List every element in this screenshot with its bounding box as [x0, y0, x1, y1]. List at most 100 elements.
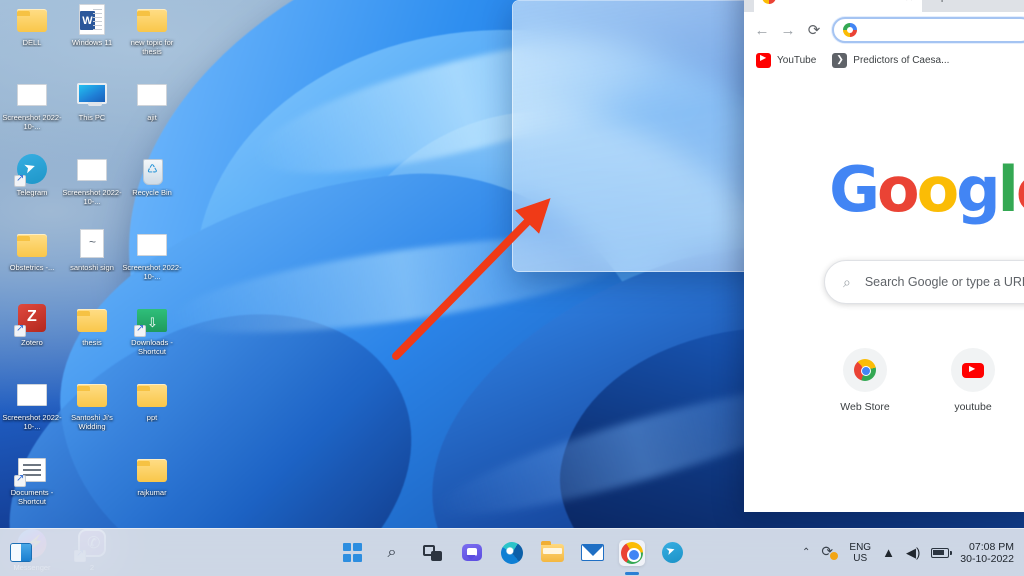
search-icon: ⌕: [387, 543, 397, 561]
desktop-icon[interactable]: Downloads - Shortcut: [122, 304, 182, 379]
desktop-icon-label: Downloads - Shortcut: [131, 338, 173, 356]
bookmark-label: Predictors of Caesa...: [853, 54, 950, 66]
new-tab-page: G o o g l e ⌕ Search Google or type a UR…: [744, 72, 1024, 512]
omnibox-address-bar[interactable]: [832, 17, 1024, 43]
taskbar-item-mail[interactable]: [579, 540, 605, 566]
back-icon[interactable]: ←: [754, 22, 770, 39]
desktop-icon[interactable]: ppt: [122, 379, 182, 454]
word-doc-icon: [76, 4, 108, 36]
desktop-icon[interactable]: Santoshi Ji's Widding: [62, 379, 122, 454]
taskbar-item-chrome[interactable]: [619, 539, 645, 566]
forward-icon[interactable]: →: [780, 22, 796, 39]
screenshot-icon: [16, 379, 48, 411]
desktop-icon-label: Screenshot 2022-10-...: [62, 188, 122, 206]
article-icon: [832, 52, 848, 68]
desktop-icon[interactable]: Windows 11: [62, 4, 122, 79]
taskbar-item-file-explorer[interactable]: [539, 540, 565, 566]
shortcut-overlay-icon: [14, 323, 26, 337]
zotero-icon: [14, 304, 48, 337]
desktop-icon-label: ajit: [147, 113, 157, 122]
shortcut-youtube[interactable]: youtube: [940, 348, 1006, 413]
desktop-icon[interactable]: new topic for thesis: [122, 4, 182, 79]
folder-icon: [136, 4, 168, 36]
clock[interactable]: 07:08 PM 30-10-2022: [960, 541, 1014, 565]
this-pc-icon: [76, 79, 108, 111]
folder-icon: [76, 304, 108, 336]
desktop-icon-label: Telegram: [16, 188, 48, 197]
folder-icon: [16, 229, 48, 261]
desktop-icon-label: Obstetrics -...: [9, 263, 55, 272]
mail-icon: [580, 544, 604, 561]
bookmark-youtube[interactable]: YouTube: [756, 52, 817, 68]
tab-strip[interactable]: New Tab ✕ +: [744, 0, 1024, 12]
desktop-icon[interactable]: Telegram: [2, 154, 62, 229]
taskbar-item-task-view[interactable]: [419, 540, 445, 566]
shortcut-web-store[interactable]: Web Store: [832, 348, 898, 413]
battery-icon[interactable]: [931, 547, 953, 558]
tab-new-tab[interactable]: New Tab ✕: [754, 0, 922, 12]
google-g-icon: [843, 23, 857, 37]
desktop-icon[interactable]: Screenshot 2022-10-...: [122, 229, 182, 304]
desktop-icon-label: rajkumar: [137, 488, 167, 497]
folder-icon: [16, 4, 48, 36]
screenshot-icon: [16, 79, 48, 111]
youtube-icon: [756, 52, 771, 68]
bookmark-predictors[interactable]: Predictors of Caesa...: [832, 52, 950, 68]
shortcut-label: Web Store: [840, 401, 890, 413]
shortcut-label: youtube: [954, 401, 992, 413]
volume-icon[interactable]: ◀): [906, 545, 920, 561]
desktop-icon-label: new topic for thesis: [130, 38, 174, 56]
taskbar-item-telegram[interactable]: [659, 540, 685, 566]
onedrive-sync-icon[interactable]: [821, 543, 839, 560]
reload-icon[interactable]: ⟳: [806, 21, 822, 39]
desktop-icon[interactable]: Screenshot 2022-10-...: [2, 379, 62, 454]
documents-icon: [14, 454, 48, 487]
taskbar-item-start[interactable]: [339, 540, 365, 566]
desktop-icon[interactable]: Screenshot 2022-10-...: [62, 154, 122, 229]
desktop-icon-label: Zotero: [21, 338, 43, 347]
bookmark-label: YouTube: [777, 54, 817, 66]
edge-icon: [501, 541, 523, 564]
show-hidden-icons-icon[interactable]: ⌃: [802, 547, 810, 558]
taskbar-app-buttons: ⌕: [339, 539, 685, 566]
desktop-icon-label: Screenshot 2022-10-...: [122, 263, 182, 281]
desktop-icon-label: Windows 11: [71, 38, 113, 47]
desktop-icon[interactable]: thesis: [62, 304, 122, 379]
desktop-icon[interactable]: Documents - Shortcut: [2, 454, 62, 529]
new-tab-button[interactable]: +: [930, 0, 954, 6]
desktop-icon[interactable]: ajit: [122, 79, 182, 154]
taskbar-widgets-button[interactable]: [10, 543, 32, 562]
desktop-icon[interactable]: Recycle Bin: [122, 154, 182, 229]
close-tab-icon[interactable]: ✕: [905, 0, 914, 4]
desktop-icon[interactable]: Obstetrics -...: [2, 229, 62, 304]
folder-icon: [136, 454, 168, 486]
screenshot-light-icon: [136, 79, 168, 111]
desktop-icon[interactable]: Screenshot 2022-10-...: [2, 79, 62, 154]
system-tray: ⌃ ENG US ▲ ◀) 07:08 PM 30-10-2022: [802, 541, 1014, 565]
widgets-icon: [10, 543, 32, 562]
folder-icon: [76, 379, 108, 411]
desktop-icon-grid: DELL Windows 11 new topic for thesis Screen…: [0, 0, 200, 572]
ntp-search-placeholder: Search Google or type a URL: [864, 275, 1024, 289]
taskbar-item-search[interactable]: ⌕: [379, 540, 405, 566]
chrome-favicon-icon: [762, 0, 776, 4]
desktop-icon[interactable]: This PC: [62, 79, 122, 154]
language-line-2: US: [853, 552, 868, 564]
desktop-icon-empty: [62, 454, 122, 529]
folder-icon: [136, 379, 168, 411]
wifi-icon[interactable]: ▲: [882, 545, 895, 560]
taskbar-item-chat[interactable]: [459, 540, 485, 566]
ntp-search-box[interactable]: ⌕ Search Google or type a URL: [824, 260, 1024, 304]
ntp-shortcuts: Web Store youtube: [832, 348, 1024, 413]
desktop-icon[interactable]: Zotero: [2, 304, 62, 379]
desktop-icon-label: Santoshi Ji's Widding: [71, 413, 113, 431]
language-indicator[interactable]: ENG US: [849, 542, 871, 564]
recycle-bin-icon: [136, 154, 168, 186]
desktop-icon[interactable]: rajkumar: [122, 454, 182, 529]
desktop-icon[interactable]: santoshi sign: [62, 229, 122, 304]
desktop-icon[interactable]: DELL: [2, 4, 62, 79]
taskbar-item-edge[interactable]: [499, 540, 525, 566]
chrome-browser-window[interactable]: New Tab ✕ + ← → ⟳ YouTube Predictors of …: [744, 0, 1024, 512]
downloads-icon: [134, 304, 168, 337]
desktop-icon-label: ppt: [146, 413, 158, 422]
